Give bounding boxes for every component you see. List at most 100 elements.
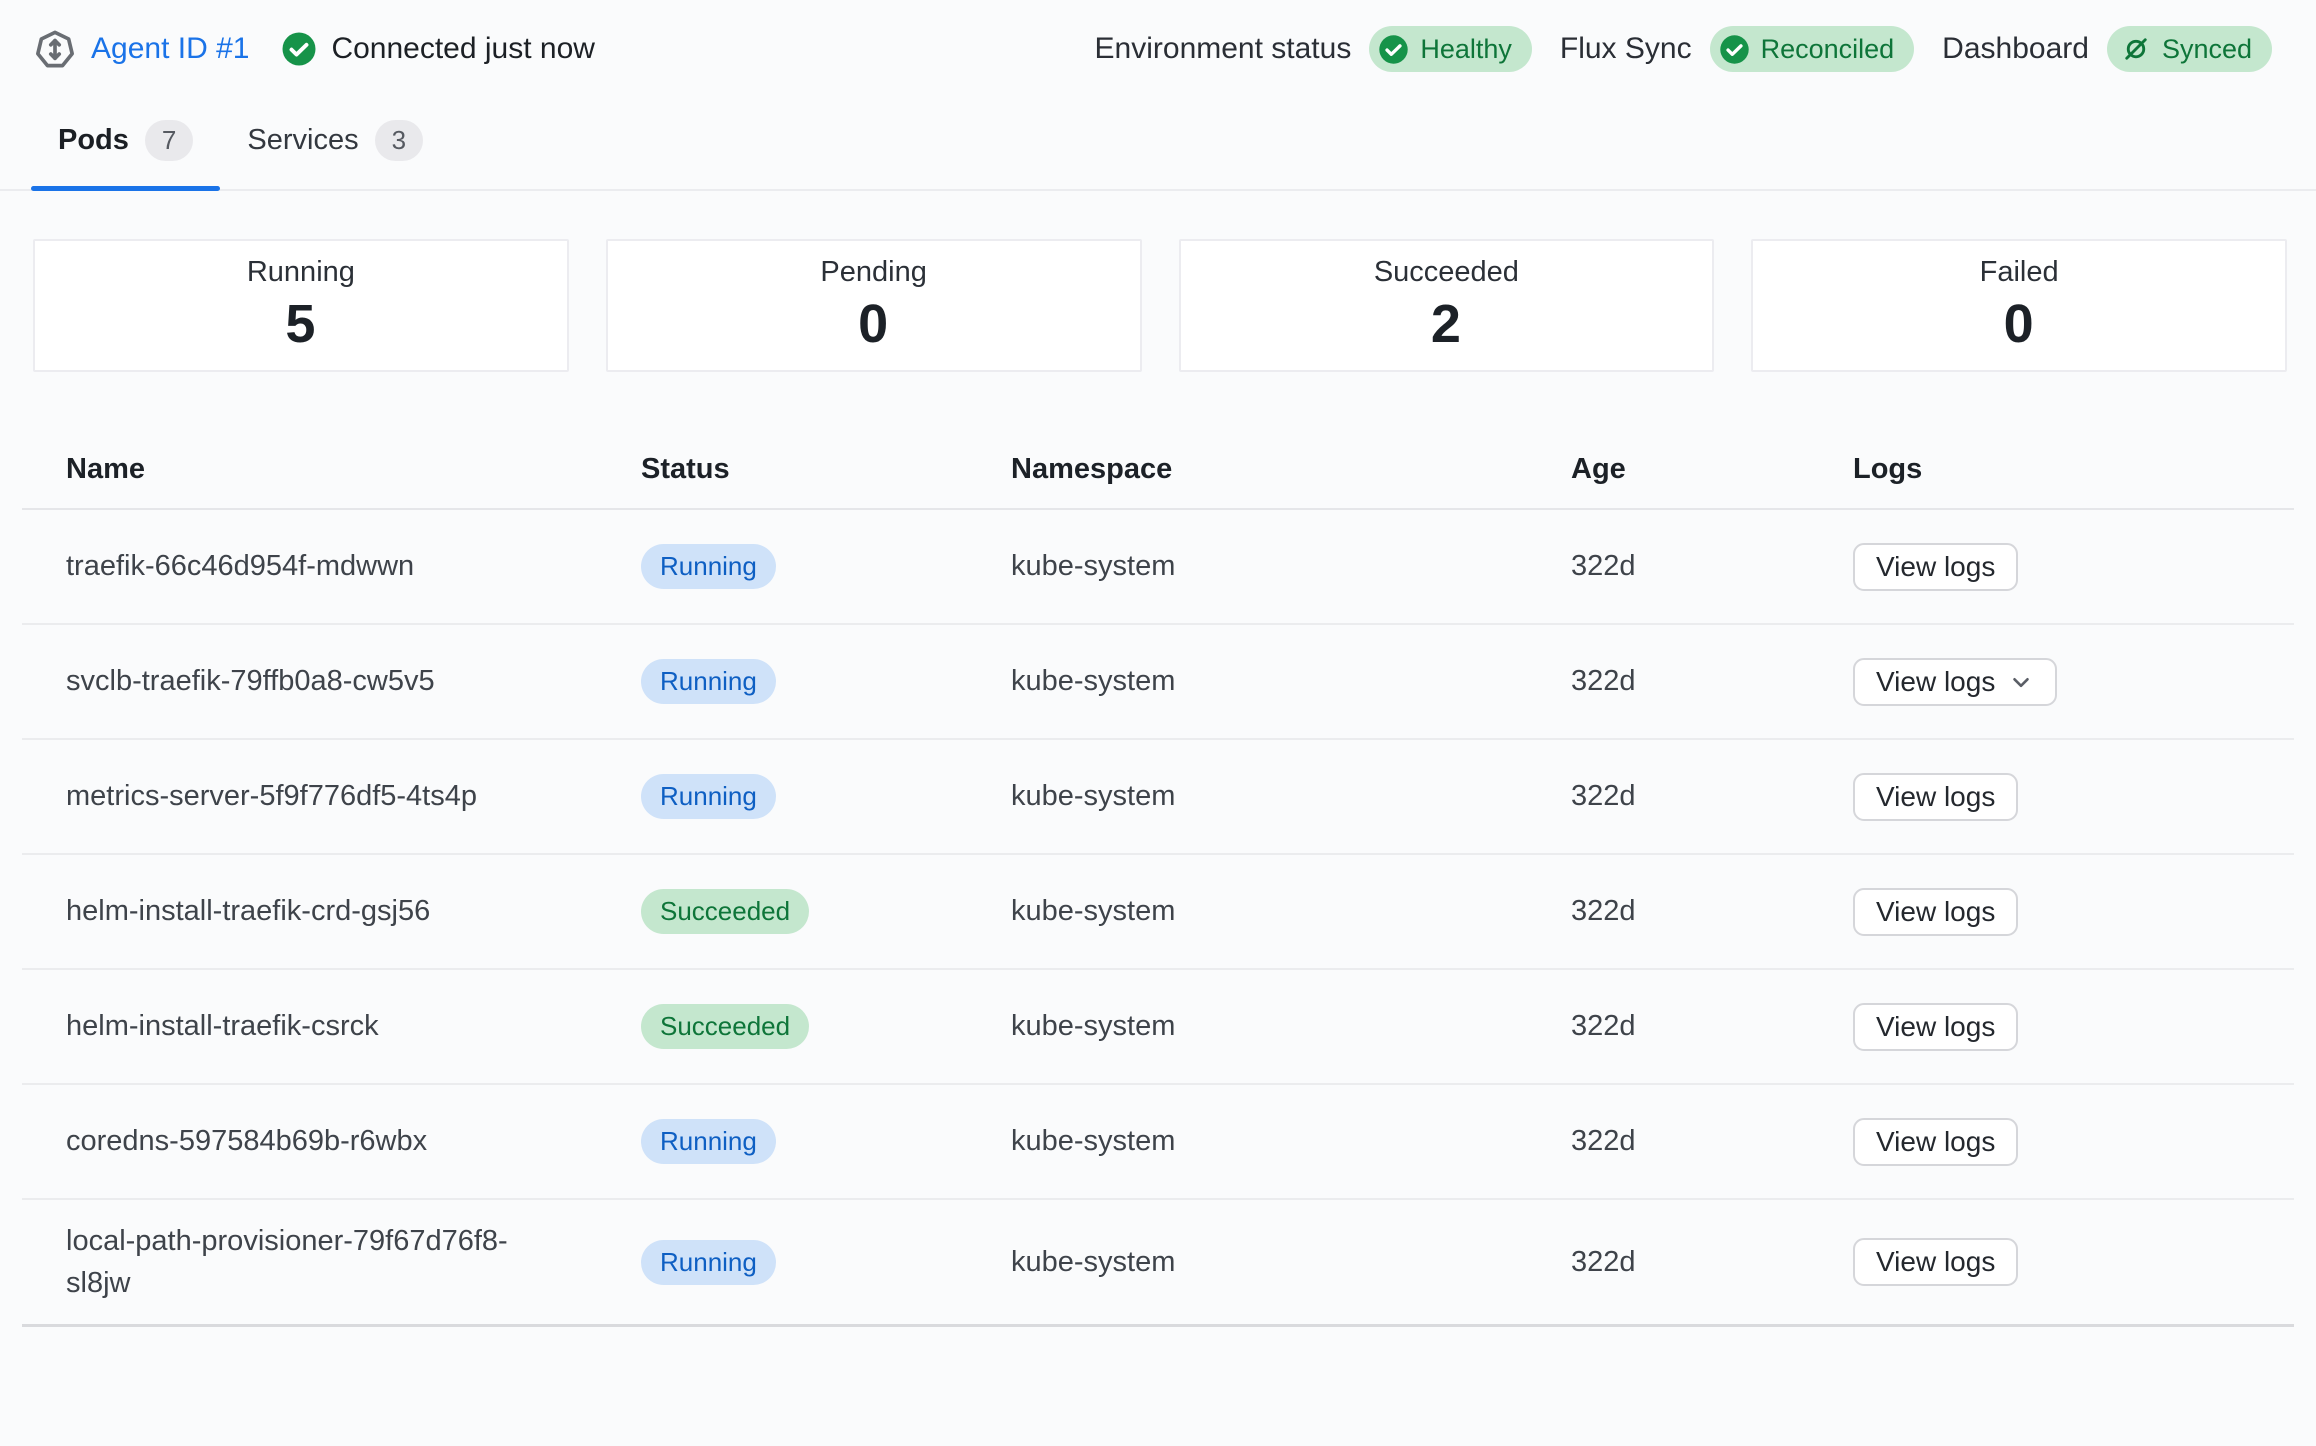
pod-age: 322d bbox=[1571, 875, 1853, 948]
environment-status-bar: Environment status Healthy Flux Sync bbox=[1095, 26, 2272, 72]
table-row: svclb-traefik-79ffb0a8-cw5v5 Running kub… bbox=[22, 625, 2294, 740]
column-header-logs: Logs bbox=[1853, 433, 2294, 506]
pod-namespace: kube-system bbox=[1011, 990, 1571, 1063]
pod-name: traefik-66c46d954f-mdwwn bbox=[66, 525, 641, 607]
view-logs-label: View logs bbox=[1876, 1246, 1995, 1278]
view-logs-label: View logs bbox=[1876, 781, 1995, 813]
column-header-age: Age bbox=[1571, 433, 1853, 506]
tab-bar: Pods 7 Services 3 bbox=[0, 104, 2316, 191]
view-logs-label: View logs bbox=[1876, 666, 1995, 698]
view-logs-button[interactable]: View logs bbox=[1853, 773, 2018, 821]
summary-card-succeeded: Succeeded 2 bbox=[1179, 239, 1715, 372]
pod-age: 322d bbox=[1571, 990, 1853, 1063]
pod-age: 322d bbox=[1571, 1226, 1853, 1299]
pod-age: 322d bbox=[1571, 760, 1853, 833]
pod-logs-cell: View logs bbox=[1853, 1098, 2294, 1186]
table-row: helm-install-traefik-csrck Succeeded kub… bbox=[22, 970, 2294, 1085]
environment-status-group: Environment status Healthy bbox=[1095, 26, 1532, 72]
healthy-badge: Healthy bbox=[1369, 26, 1532, 72]
check-circle-icon bbox=[1719, 34, 1750, 65]
pod-namespace: kube-system bbox=[1011, 530, 1571, 603]
healthy-badge-label: Healthy bbox=[1420, 34, 1512, 65]
summary-card-label: Pending bbox=[820, 256, 926, 289]
summary-card-label: Failed bbox=[1980, 256, 2059, 289]
view-logs-button[interactable]: View logs bbox=[1853, 658, 2057, 706]
services-count-badge: 3 bbox=[375, 120, 423, 161]
pods-table-body: traefik-66c46d954f-mdwwn Running kube-sy… bbox=[22, 510, 2294, 1327]
flux-sync-group: Flux Sync Reconciled bbox=[1560, 26, 1914, 72]
pod-namespace: kube-system bbox=[1011, 1226, 1571, 1299]
dashboard-sync-group: Dashboard Synced bbox=[1942, 26, 2272, 72]
view-logs-button[interactable]: View logs bbox=[1853, 888, 2018, 936]
flux-sync-label: Flux Sync bbox=[1560, 32, 1692, 66]
pod-age: 322d bbox=[1571, 530, 1853, 603]
tab-services-label: Services bbox=[247, 124, 358, 157]
view-logs-button[interactable]: View logs bbox=[1853, 543, 2018, 591]
dashboard-label: Dashboard bbox=[1942, 32, 2089, 66]
summary-card-label: Running bbox=[247, 256, 355, 289]
view-logs-button[interactable]: View logs bbox=[1853, 1003, 2018, 1051]
summary-card-value: 5 bbox=[285, 293, 316, 355]
synced-badge-label: Synced bbox=[2162, 34, 2252, 65]
pod-logs-cell: View logs bbox=[1853, 1218, 2294, 1306]
environment-status-label: Environment status bbox=[1095, 32, 1352, 66]
pod-status-cell: Running bbox=[641, 639, 1011, 724]
column-header-status: Status bbox=[641, 433, 1011, 506]
pod-name: svclb-traefik-79ffb0a8-cw5v5 bbox=[66, 640, 641, 722]
synced-badge: Synced bbox=[2107, 26, 2272, 72]
pod-status-cell: Running bbox=[641, 1099, 1011, 1184]
table-row: helm-install-traefik-crd-gsj56 Succeeded… bbox=[22, 855, 2294, 970]
pod-logs-cell: View logs bbox=[1853, 753, 2294, 841]
chevron-down-icon bbox=[2008, 669, 2034, 695]
pod-namespace: kube-system bbox=[1011, 760, 1571, 833]
pod-status-cell: Succeeded bbox=[641, 984, 1011, 1069]
summary-card-value: 2 bbox=[1431, 293, 1462, 355]
view-logs-label: View logs bbox=[1876, 551, 1995, 583]
pod-logs-cell: View logs bbox=[1853, 523, 2294, 611]
pod-logs-cell: View logs bbox=[1853, 983, 2294, 1071]
tab-services[interactable]: Services 3 bbox=[220, 104, 450, 189]
summary-card-pending: Pending 0 bbox=[606, 239, 1142, 372]
view-logs-button[interactable]: View logs bbox=[1853, 1118, 2018, 1166]
summary-card-value: 0 bbox=[2004, 293, 2035, 355]
sync-icon bbox=[2121, 34, 2151, 64]
status-badge: Running bbox=[641, 1119, 776, 1164]
pod-name: helm-install-traefik-csrck bbox=[66, 985, 641, 1067]
pod-summary-cards: Running 5 Pending 0 Succeeded 2 Failed 0 bbox=[33, 239, 2287, 372]
status-badge: Running bbox=[641, 774, 776, 819]
status-badge: Succeeded bbox=[641, 889, 809, 934]
column-header-name: Name bbox=[66, 433, 641, 506]
agent-id-link[interactable]: Agent ID #1 bbox=[91, 32, 249, 66]
status-badge: Running bbox=[641, 1240, 776, 1285]
view-logs-label: View logs bbox=[1876, 896, 1995, 928]
reconciled-badge-label: Reconciled bbox=[1761, 34, 1895, 65]
pod-name: metrics-server-5f9f776df5-4ts4p bbox=[66, 755, 641, 837]
pod-namespace: kube-system bbox=[1011, 875, 1571, 948]
pod-status-cell: Running bbox=[641, 524, 1011, 609]
pod-status-cell: Running bbox=[641, 754, 1011, 839]
tab-pods-label: Pods bbox=[58, 124, 129, 157]
pod-name: coredns-597584b69b-r6wbx bbox=[66, 1100, 641, 1182]
summary-card-label: Succeeded bbox=[1374, 256, 1519, 289]
pod-namespace: kube-system bbox=[1011, 1105, 1571, 1178]
table-row: traefik-66c46d954f-mdwwn Running kube-sy… bbox=[22, 510, 2294, 625]
pod-name: helm-install-traefik-crd-gsj56 bbox=[66, 870, 641, 952]
tab-pods[interactable]: Pods 7 bbox=[31, 104, 220, 189]
summary-card-failed: Failed 0 bbox=[1751, 239, 2287, 372]
agent-connection-group: Agent ID #1 Connected just now bbox=[33, 28, 595, 70]
view-logs-button[interactable]: View logs bbox=[1853, 1238, 2018, 1286]
top-bar: Agent ID #1 Connected just now Environme… bbox=[0, 0, 2316, 72]
pods-table: Name Status Namespace Age Logs traefik-6… bbox=[22, 430, 2294, 1327]
reconciled-badge: Reconciled bbox=[1710, 26, 1915, 72]
pod-age: 322d bbox=[1571, 1105, 1853, 1178]
pods-count-badge: 7 bbox=[145, 120, 193, 161]
summary-card-running: Running 5 bbox=[33, 239, 569, 372]
pods-table-header: Name Status Namespace Age Logs bbox=[22, 430, 2294, 510]
connection-status-text: Connected just now bbox=[331, 32, 595, 66]
connected-check-icon bbox=[281, 31, 317, 67]
status-badge: Running bbox=[641, 659, 776, 704]
pod-namespace: kube-system bbox=[1011, 645, 1571, 718]
table-row: metrics-server-5f9f776df5-4ts4p Running … bbox=[22, 740, 2294, 855]
pod-logs-cell: View logs bbox=[1853, 868, 2294, 956]
pod-logs-cell: View logs bbox=[1853, 638, 2294, 726]
